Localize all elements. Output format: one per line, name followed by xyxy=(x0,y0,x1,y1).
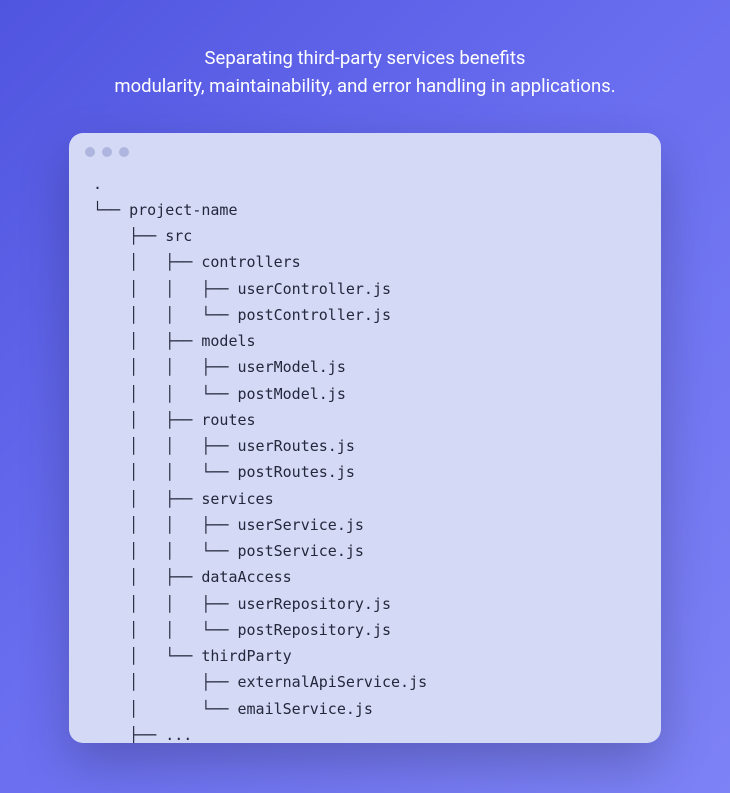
tree-line: │ ├── routes xyxy=(93,411,256,429)
tree-line: └── project-name xyxy=(93,201,238,219)
tree-line: │ ├── models xyxy=(93,332,256,350)
tree-line: │ │ └── postRepository.js xyxy=(93,621,391,639)
tree-line: │ │ └── postRoutes.js xyxy=(93,463,355,481)
tree-line: ├── ... xyxy=(93,726,192,743)
tree-line: │ │ └── postService.js xyxy=(93,542,364,560)
tree-line: │ │ ├── userService.js xyxy=(93,516,364,534)
window-dot-zoom-icon xyxy=(119,147,129,157)
tree-line: │ │ ├── userRoutes.js xyxy=(93,437,355,455)
tree-line: │ └── thirdParty xyxy=(93,647,292,665)
tree-line: │ ├── dataAccess xyxy=(93,568,292,586)
tree-line: │ │ └── postController.js xyxy=(93,306,391,324)
tree-line: │ ├── externalApiService.js xyxy=(93,673,427,691)
tree-line: │ │ └── postModel.js xyxy=(93,385,346,403)
headline-text: Separating third-party services benefits… xyxy=(114,45,615,101)
tree-line: │ │ ├── userRepository.js xyxy=(93,595,391,613)
tree-line: │ ├── controllers xyxy=(93,253,301,271)
window-titlebar xyxy=(69,133,661,165)
tree-line: │ │ ├── userController.js xyxy=(93,280,391,298)
tree-line: . xyxy=(93,175,102,193)
code-window: . └── project-name ├── src │ ├── control… xyxy=(69,133,661,744)
window-dot-close-icon xyxy=(85,147,95,157)
tree-line: │ │ ├── userModel.js xyxy=(93,358,346,376)
window-dot-minimize-icon xyxy=(102,147,112,157)
directory-tree: . └── project-name ├── src │ ├── control… xyxy=(69,165,661,744)
tree-line: ├── src xyxy=(93,227,192,245)
tree-line: │ └── emailService.js xyxy=(93,700,373,718)
tree-line: │ ├── services xyxy=(93,490,274,508)
